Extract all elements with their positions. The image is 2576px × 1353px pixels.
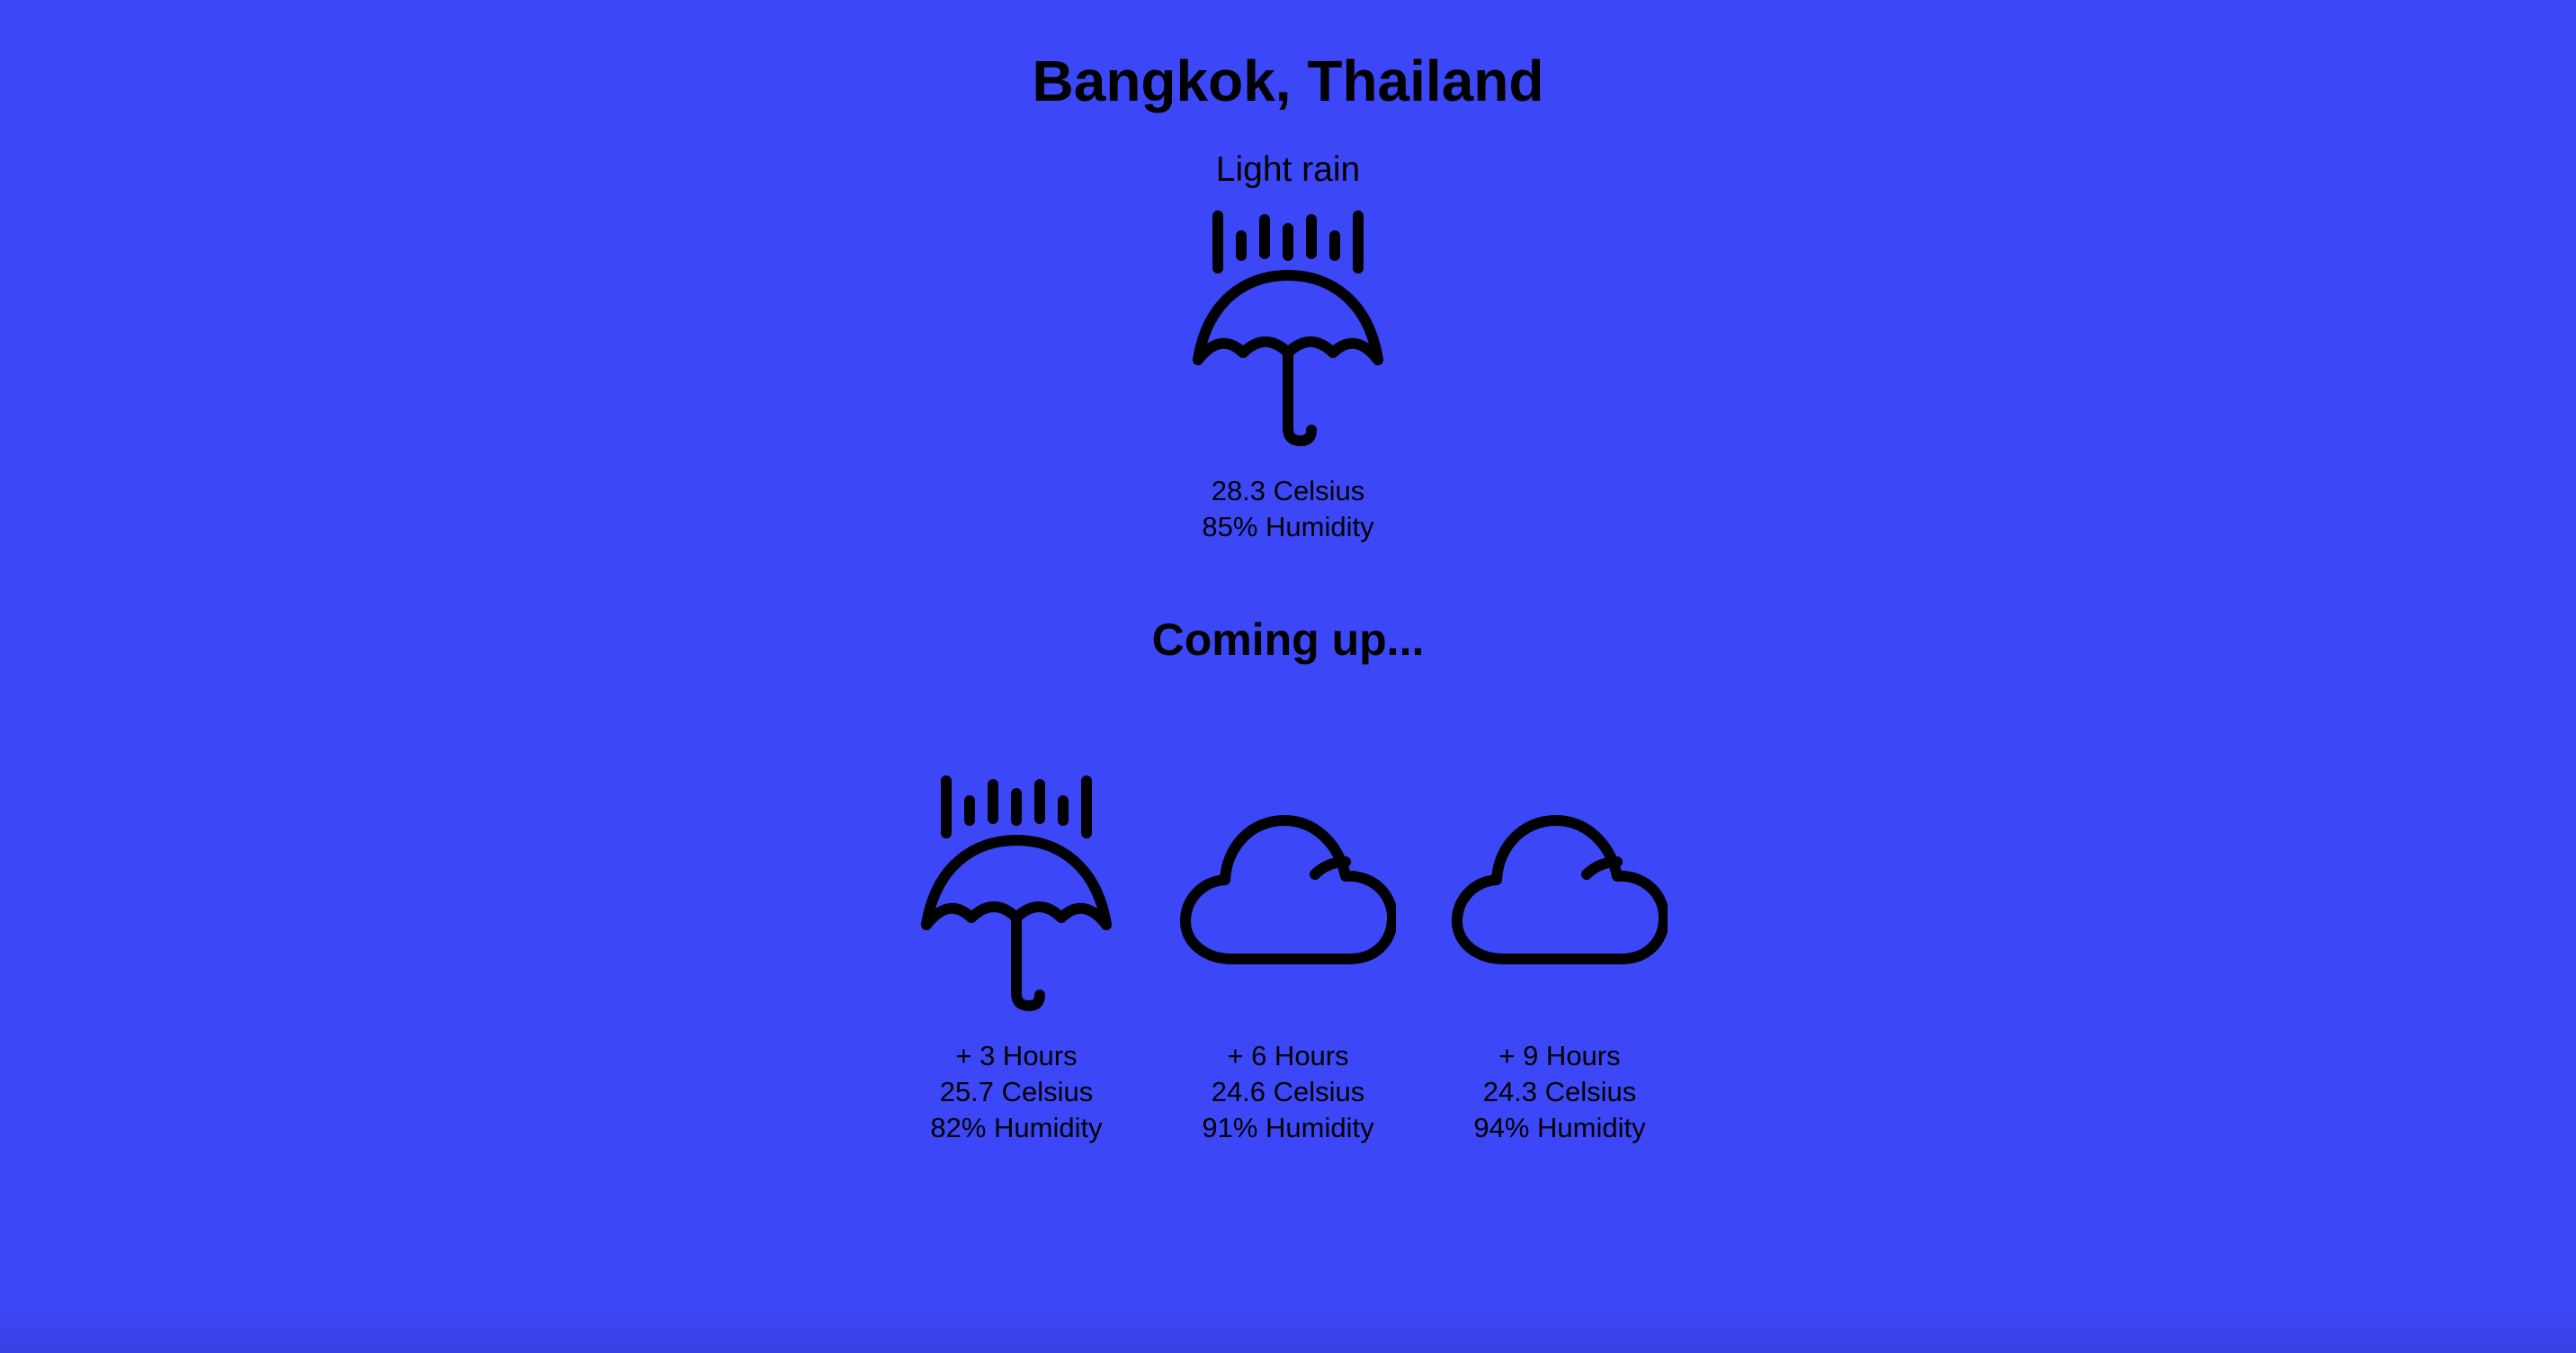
forecast-card-9h: + 9 Hours 24.3 Celsius 94% Humidity (1434, 774, 1686, 1151)
umbrella-rain-icon (921, 775, 1112, 1011)
forecast-offset: + 9 Hours (1498, 1040, 1621, 1071)
umbrella-rain-icon (1193, 211, 1383, 446)
current-stats: 28.3 Celsius 85% Humidity (0, 473, 2576, 545)
city-title: Bangkok, Thailand (1032, 49, 1544, 113)
bottom-shadow (0, 1299, 2576, 1353)
forecast-offset: + 6 Hours (1227, 1040, 1349, 1071)
forecast-details: + 6 Hours 24.6 Celsius 91% Humidity (1162, 1038, 1414, 1146)
forecast-temperature: 24.6 Celsius (1211, 1076, 1365, 1107)
cloud-icon (1180, 815, 1396, 964)
forecast-offset: + 3 Hours (955, 1040, 1078, 1071)
weather-page: Bangkok, Thailand Light rain 28.3 Celsiu… (0, 0, 2576, 1353)
forecast-humidity: 94% Humidity (1473, 1112, 1646, 1143)
current-condition: Light rain (1215, 150, 1361, 189)
forecast-humidity: 91% Humidity (1202, 1112, 1374, 1143)
forecast-card-6h: + 6 Hours 24.6 Celsius 91% Humidity (1162, 774, 1414, 1151)
forecast-list: + 3 Hours 25.7 Celsius 82% Humidity + 6 … (0, 774, 2576, 1151)
cloud-icon (1452, 815, 1668, 964)
current-temperature: 28.3 Celsius (1211, 475, 1365, 506)
forecast-heading: Coming up... (1151, 614, 1425, 665)
current-humidity: 85% Humidity (1202, 511, 1374, 542)
forecast-card-3h: + 3 Hours 25.7 Celsius 82% Humidity (890, 774, 1142, 1151)
forecast-temperature: 24.3 Celsius (1482, 1076, 1637, 1107)
forecast-details: + 9 Hours 24.3 Celsius 94% Humidity (1434, 1038, 1686, 1146)
forecast-humidity: 82% Humidity (930, 1112, 1103, 1143)
forecast-details: + 3 Hours 25.7 Celsius 82% Humidity (890, 1038, 1142, 1146)
forecast-temperature: 25.7 Celsius (939, 1076, 1094, 1107)
